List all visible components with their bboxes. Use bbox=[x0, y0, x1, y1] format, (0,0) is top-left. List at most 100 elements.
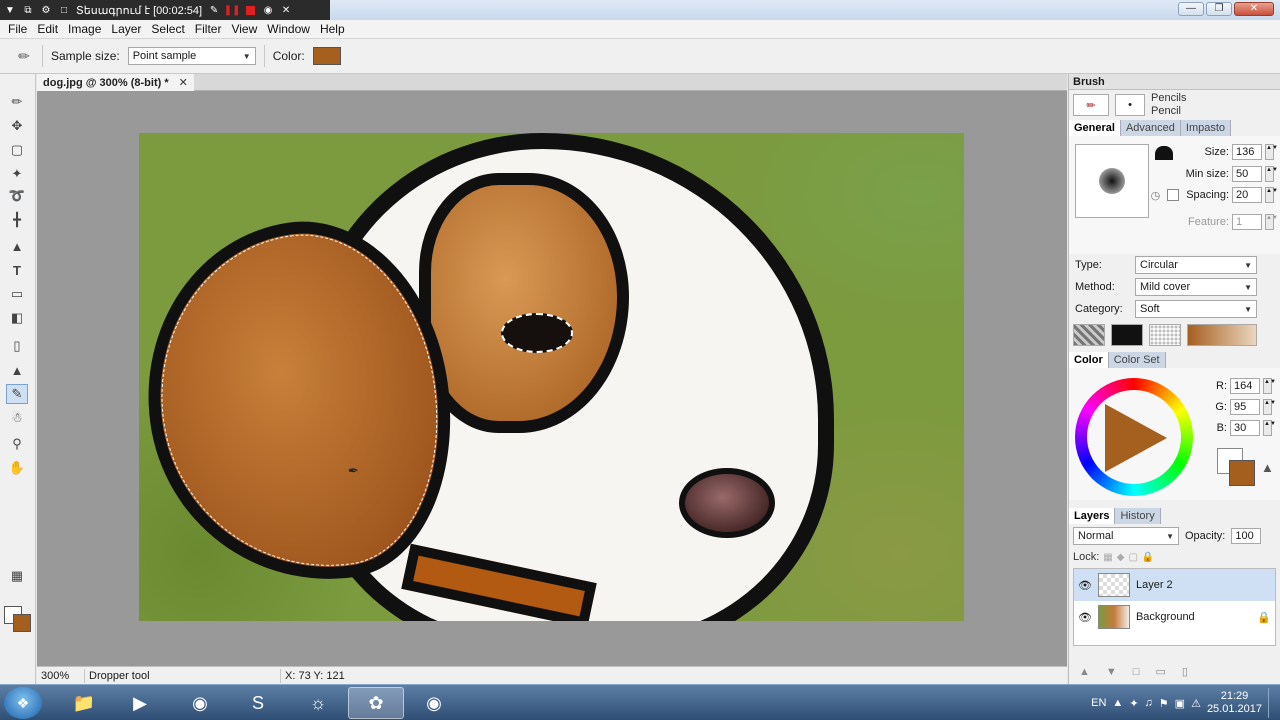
new-layer-icon[interactable]: ▭ bbox=[1155, 665, 1165, 678]
tab-history[interactable]: History bbox=[1115, 508, 1161, 524]
brush-tool-icon[interactable]: ✏ bbox=[6, 92, 28, 112]
color-swatches[interactable] bbox=[4, 606, 34, 634]
stamp-icon[interactable]: ▲ bbox=[1261, 460, 1274, 475]
tab-color[interactable]: Color bbox=[1069, 352, 1109, 368]
red-spinner[interactable]: ▲▼ bbox=[1263, 378, 1276, 394]
fill-tool-icon[interactable]: ☃ bbox=[6, 408, 28, 428]
layer-row-layer2[interactable]: 👁 Layer 2 bbox=[1074, 569, 1275, 601]
dropper-tool-icon[interactable]: ✎ bbox=[6, 384, 28, 404]
size-input[interactable]: 136 bbox=[1232, 144, 1262, 160]
brush-preset-picker[interactable]: ✏ bbox=[1073, 94, 1109, 116]
eye-icon[interactable]: 👁 bbox=[1078, 579, 1092, 592]
marquee-tool-icon[interactable]: ▢ bbox=[6, 140, 28, 160]
menu-select[interactable]: Select bbox=[149, 22, 192, 36]
new-group-icon[interactable]: □ bbox=[1133, 666, 1140, 678]
spacing-spinner[interactable]: ▲▼ bbox=[1265, 187, 1278, 203]
method-select[interactable]: Mild cover ▼ bbox=[1135, 278, 1257, 296]
blue-spinner[interactable]: ▲▼ bbox=[1263, 420, 1276, 436]
tab-layers[interactable]: Layers bbox=[1069, 508, 1116, 524]
tray-app-icon[interactable]: ✦ bbox=[1129, 697, 1138, 710]
clock[interactable]: 21:29 25.01.2017 bbox=[1207, 690, 1262, 716]
text-tool-icon[interactable]: T bbox=[6, 260, 28, 280]
move-up-icon[interactable]: ▲ bbox=[1079, 666, 1090, 678]
recorder-app-icon[interactable]: ◉ bbox=[406, 687, 462, 719]
window-icon[interactable]: □ bbox=[58, 4, 70, 16]
eraser-tool-icon[interactable]: ▯ bbox=[6, 336, 28, 356]
color-swatch[interactable] bbox=[312, 47, 341, 65]
settings-icon[interactable]: ⚙ bbox=[40, 4, 52, 16]
min-size-input[interactable]: 50 bbox=[1232, 166, 1262, 182]
menu-file[interactable]: File bbox=[6, 22, 35, 36]
move-down-icon[interactable]: ▼ bbox=[1106, 666, 1117, 678]
brush-tip-picker[interactable]: • bbox=[1115, 94, 1145, 116]
size-spinner[interactable]: ▲▼ bbox=[1265, 144, 1278, 160]
close-button[interactable]: ✕ bbox=[1234, 2, 1274, 16]
texture-dark-picker[interactable] bbox=[1111, 324, 1143, 346]
spacing-input[interactable]: 20 bbox=[1232, 187, 1262, 203]
minimize-button[interactable]: — bbox=[1178, 2, 1204, 16]
opacity-input[interactable]: 100 bbox=[1231, 528, 1262, 544]
delete-layer-icon[interactable]: ▯ bbox=[1182, 665, 1188, 678]
gradient-picker[interactable] bbox=[1187, 324, 1257, 346]
lasso-tool-icon[interactable]: ➰ bbox=[6, 186, 28, 206]
tab-color-set[interactable]: Color Set bbox=[1108, 352, 1166, 368]
lock-transparency-icon[interactable]: ▦ bbox=[1103, 552, 1112, 563]
tab-advanced[interactable]: Advanced bbox=[1120, 120, 1181, 136]
texture-picker[interactable] bbox=[1073, 324, 1105, 346]
language-indicator[interactable]: EN bbox=[1091, 697, 1106, 709]
shape-tool-icon[interactable]: ▭ bbox=[6, 284, 28, 304]
tray-chevron-icon[interactable]: ▲ bbox=[1112, 697, 1123, 709]
restore-icon[interactable]: ⧉ bbox=[22, 4, 34, 16]
stop-icon[interactable] bbox=[244, 4, 256, 16]
zoom-tool-icon[interactable]: ⚲ bbox=[6, 434, 28, 454]
maximize-button[interactable]: ❐ bbox=[1206, 2, 1232, 16]
start-button[interactable]: ❖ bbox=[4, 687, 42, 719]
pattern-icon[interactable]: ▦ bbox=[6, 566, 28, 586]
category-select[interactable]: Soft ▼ bbox=[1135, 300, 1257, 318]
menu-arrow-icon[interactable]: ▼ bbox=[4, 4, 16, 16]
spacing-checkbox[interactable] bbox=[1167, 189, 1180, 201]
zoom-level[interactable]: 300% bbox=[37, 668, 85, 683]
menu-view[interactable]: View bbox=[229, 22, 265, 36]
foreground-color-swatch[interactable] bbox=[13, 614, 31, 632]
menu-edit[interactable]: Edit bbox=[35, 22, 66, 36]
close-tab-icon[interactable]: ✕ bbox=[179, 76, 188, 89]
panel-foreground-swatch[interactable] bbox=[1229, 460, 1255, 486]
dropper-tool-icon[interactable]: ✏ bbox=[14, 46, 34, 66]
color-triangle[interactable] bbox=[1105, 404, 1167, 472]
firefox-icon[interactable]: ☼ bbox=[290, 687, 346, 719]
corel-painter-icon[interactable]: ✿ bbox=[348, 687, 404, 719]
noise-picker[interactable] bbox=[1149, 324, 1181, 346]
show-desktop-button[interactable] bbox=[1268, 688, 1276, 718]
pen-icon[interactable]: ✎ bbox=[208, 4, 220, 16]
magic-wand-icon[interactable]: ✦ bbox=[6, 164, 28, 184]
file-explorer-icon[interactable]: 📁 bbox=[58, 687, 110, 719]
type-select[interactable]: Circular ▼ bbox=[1135, 256, 1257, 274]
color-wheel[interactable] bbox=[1075, 378, 1193, 496]
lock-move-icon[interactable]: ◆ bbox=[1117, 552, 1125, 563]
menu-window[interactable]: Window bbox=[265, 22, 318, 36]
gradient-tool-icon[interactable]: ◧ bbox=[6, 308, 28, 328]
blend-mode-select[interactable]: Normal ▼ bbox=[1073, 527, 1179, 545]
green-spinner[interactable]: ▲▼ bbox=[1263, 399, 1276, 415]
hand-tool-icon[interactable]: ✋ bbox=[6, 458, 28, 478]
move-tool-icon[interactable]: ✥ bbox=[6, 116, 28, 136]
stamp-tool-icon[interactable]: ▲ bbox=[6, 360, 28, 380]
lock-pixels-icon[interactable]: ▢ bbox=[1128, 552, 1137, 563]
network-icon[interactable]: ▣ bbox=[1175, 697, 1185, 710]
recorder-close-icon[interactable]: ✕ bbox=[280, 4, 292, 16]
sample-size-select[interactable]: Point sample ▼ bbox=[127, 47, 256, 65]
eye-icon[interactable]: 👁 bbox=[1078, 611, 1092, 624]
camera-icon[interactable]: ◉ bbox=[262, 4, 274, 16]
image-canvas[interactable]: ✒ bbox=[139, 133, 964, 621]
pause-icon[interactable]: ❚❚ bbox=[224, 4, 241, 16]
skype-icon[interactable]: S bbox=[230, 687, 286, 719]
green-input[interactable]: 95 bbox=[1230, 399, 1260, 415]
red-input[interactable]: 164 bbox=[1230, 378, 1260, 394]
tab-general[interactable]: General bbox=[1069, 120, 1121, 136]
menu-help[interactable]: Help bbox=[318, 22, 353, 36]
menu-image[interactable]: Image bbox=[66, 22, 109, 36]
lock-all-icon[interactable]: 🔒 bbox=[1142, 552, 1154, 563]
flag-icon[interactable]: ⚑ bbox=[1159, 697, 1169, 710]
chrome-icon[interactable]: ◉ bbox=[172, 687, 228, 719]
